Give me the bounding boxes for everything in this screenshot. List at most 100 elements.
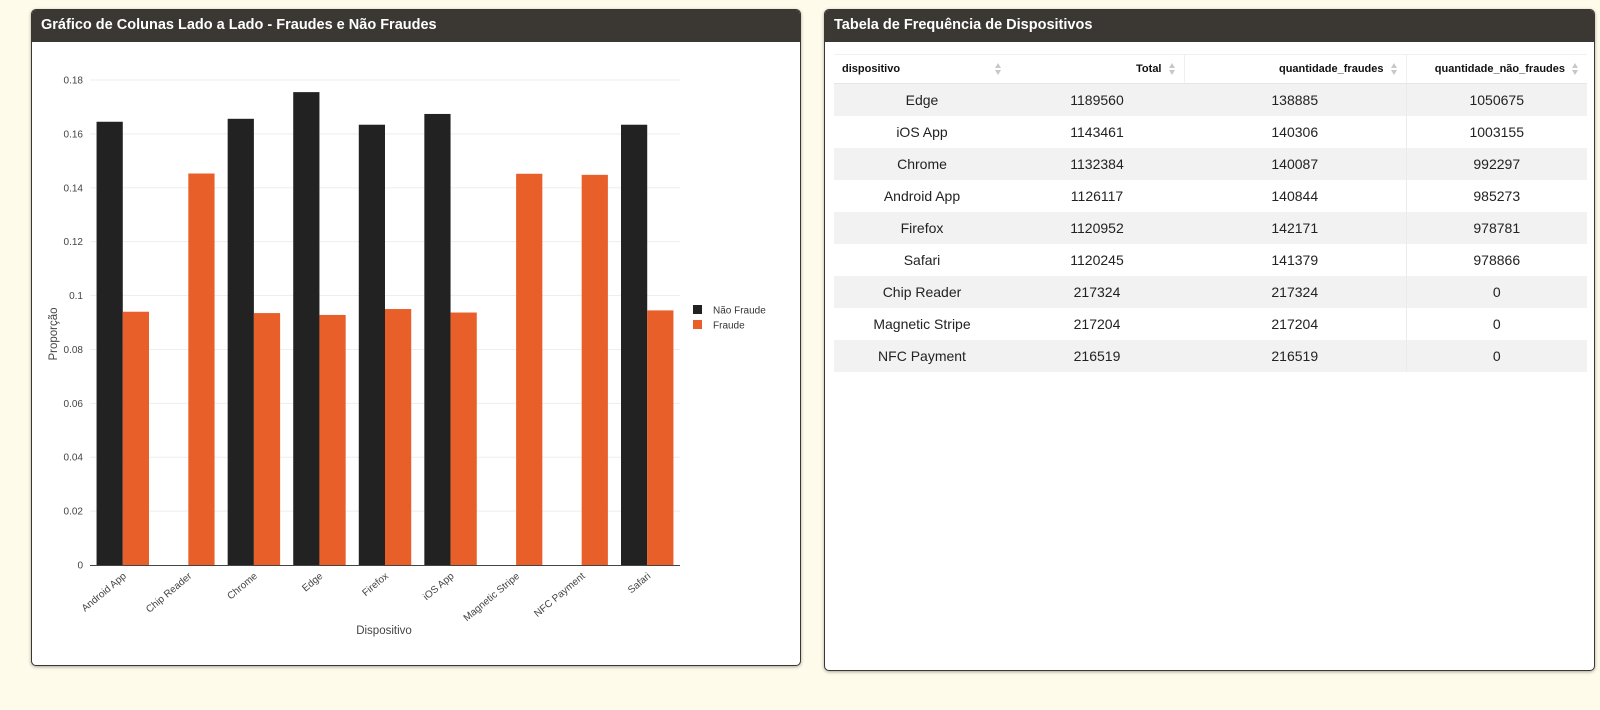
bar-nao-fraude[interactable] [227, 118, 254, 566]
table-row[interactable]: iOS App 1143461 140306 1003155 [834, 116, 1587, 148]
cell-quantidade-fraudes: 141379 [1184, 244, 1407, 276]
cell-dispositivo: Safari [834, 244, 1010, 276]
column-header-label: quantidade_fraudes [1278, 63, 1384, 75]
cell-quantidade-nao-fraudes: 985273 [1406, 180, 1587, 212]
legend-label[interactable]: Não Fraude [713, 306, 766, 317]
bar-nao-fraude[interactable] [424, 113, 451, 565]
table-row[interactable]: Edge 1189560 138885 1050675 [834, 83, 1587, 116]
sort-icon[interactable] [1168, 63, 1176, 75]
cell-total: 216519 [1010, 340, 1184, 372]
cell-dispositivo: iOS App [834, 116, 1010, 148]
sort-icon[interactable] [1390, 63, 1398, 75]
cell-total: 1143461 [1010, 116, 1184, 148]
x-tick-label: Android App [80, 571, 129, 615]
cell-total: 1120952 [1010, 212, 1184, 244]
cell-quantidade-nao-fraudes: 978866 [1406, 244, 1587, 276]
bar-fraude[interactable] [516, 173, 543, 565]
frequency-table: dispositivo Total quantidade_fraudes qua… [834, 54, 1587, 372]
cell-dispositivo: Chip Reader [834, 276, 1010, 308]
cell-total: 1120245 [1010, 244, 1184, 276]
bar-fraude[interactable] [385, 309, 412, 565]
cell-quantidade-nao-fraudes: 978781 [1406, 212, 1587, 244]
table-rows: Edge 1189560 138885 1050675 iOS App 1143… [834, 83, 1587, 372]
column-header-quantidade-nao-fraudes[interactable]: quantidade_não_fraudes [1406, 54, 1587, 84]
legend-label[interactable]: Fraude [713, 321, 745, 332]
cell-quantidade-nao-fraudes: 1050675 [1406, 83, 1587, 116]
x-axis-label: Dispositivo [356, 625, 412, 637]
table-row[interactable]: Chip Reader 217324 217324 0 [834, 276, 1587, 308]
sort-icon[interactable] [1572, 63, 1579, 75]
cell-quantidade-nao-fraudes: 0 [1406, 276, 1587, 308]
column-header-dispositivo[interactable]: dispositivo [834, 54, 1010, 84]
cell-dispositivo: Edge [834, 83, 1010, 116]
cell-quantidade-nao-fraudes: 0 [1406, 308, 1587, 340]
y-tick-label: 0.18 [64, 76, 84, 87]
legend[interactable]: Não Fraude Fraude [693, 305, 766, 332]
cell-total: 217204 [1010, 308, 1184, 340]
cell-dispositivo: NFC Payment [834, 340, 1010, 372]
cell-total: 1126117 [1010, 180, 1184, 212]
cell-quantidade-fraudes: 140306 [1184, 116, 1407, 148]
cell-dispositivo: Chrome [834, 148, 1010, 180]
table-panel: Tabela de Frequência de Dispositivos dis… [824, 9, 1595, 671]
cell-dispositivo: Magnetic Stripe [834, 308, 1010, 340]
sort-icon[interactable] [995, 63, 1002, 75]
cell-dispositivo: Android App [834, 180, 1010, 212]
cell-quantidade-fraudes: 142171 [1184, 212, 1407, 244]
table-row[interactable]: Magnetic Stripe 217204 217204 0 [834, 308, 1587, 340]
bar-fraude[interactable] [581, 174, 608, 565]
cell-quantidade-nao-fraudes: 0 [1406, 340, 1587, 372]
column-header-total[interactable]: Total [1010, 54, 1185, 84]
y-tick-label: 0.14 [64, 183, 84, 194]
frequency-table-wrapper: dispositivo Total quantidade_fraudes qua… [834, 54, 1587, 372]
column-header-label: dispositivo [842, 63, 901, 75]
y-axis-label: Proporção [48, 307, 60, 360]
legend-swatch[interactable] [693, 320, 702, 329]
x-tick-label: Magnetic Stripe [462, 571, 523, 624]
cell-quantidade-fraudes: 140844 [1184, 180, 1407, 212]
chart-panel: Gráfico de Colunas Lado a Lado - Fraudes… [31, 9, 801, 666]
cell-quantidade-fraudes: 138885 [1184, 83, 1407, 116]
table-row[interactable]: Firefox 1120952 142171 978781 [834, 212, 1587, 244]
bar-nao-fraude[interactable] [621, 124, 648, 565]
cell-quantidade-fraudes: 216519 [1184, 340, 1407, 372]
bar-fraude[interactable] [253, 313, 281, 565]
bars [96, 92, 674, 566]
bar-fraude[interactable] [188, 173, 215, 565]
table-header-row: dispositivo Total quantidade_fraudes qua… [834, 54, 1587, 84]
legend-swatch[interactable] [693, 305, 702, 314]
cell-quantidade-nao-fraudes: 1003155 [1406, 116, 1587, 148]
table-row[interactable]: NFC Payment 216519 216519 0 [834, 340, 1587, 372]
cell-quantidade-nao-fraudes: 992297 [1406, 148, 1587, 180]
column-header-label: quantidade_não_fraudes [1434, 63, 1565, 75]
cell-quantidade-fraudes: 140087 [1184, 148, 1407, 180]
column-header-quantidade-fraudes[interactable]: quantidade_fraudes [1184, 54, 1407, 84]
table-row[interactable]: Android App 1126117 140844 985273 [834, 180, 1587, 212]
table-row[interactable]: Chrome 1132384 140087 992297 [834, 148, 1587, 180]
table-row[interactable]: Safari 1120245 141379 978866 [834, 244, 1587, 276]
y-tick-label: 0.12 [64, 237, 84, 248]
bar-chart[interactable]: 0 0.02 0.04 0.06 0.08 0.1 0.12 0.14 0.16 0.18 Andr… [32, 42, 798, 662]
cell-total: 1132384 [1010, 148, 1184, 180]
y-tick-label: 0 [77, 561, 83, 572]
cell-total: 1189560 [1010, 83, 1184, 116]
bar-fraude[interactable] [122, 311, 149, 565]
table-panel-title: Tabela de Frequência de Dispositivos [825, 10, 1594, 42]
y-tick-label: 0.16 [64, 129, 84, 140]
cell-dispositivo: Firefox [834, 212, 1010, 244]
x-tick-label: NFC Payment [532, 571, 587, 620]
chart-panel-title: Gráfico de Colunas Lado a Lado - Fraudes… [32, 10, 800, 42]
y-tick-label: 0.04 [64, 453, 84, 464]
y-tick-label: 0.02 [64, 507, 84, 518]
cell-quantidade-fraudes: 217324 [1184, 276, 1407, 308]
bar-fraude[interactable] [647, 310, 674, 565]
y-tick-label: 0.08 [64, 345, 84, 356]
x-tick-label: Chip Reader [144, 570, 195, 615]
bar-fraude[interactable] [450, 312, 477, 565]
x-tick-label: Firefox [360, 571, 390, 599]
bar-nao-fraude[interactable] [358, 124, 385, 565]
bar-nao-fraude[interactable] [96, 121, 123, 565]
bar-fraude[interactable] [319, 314, 346, 565]
bar-nao-fraude[interactable] [293, 92, 320, 565]
y-tick-label: 0.06 [64, 399, 84, 410]
